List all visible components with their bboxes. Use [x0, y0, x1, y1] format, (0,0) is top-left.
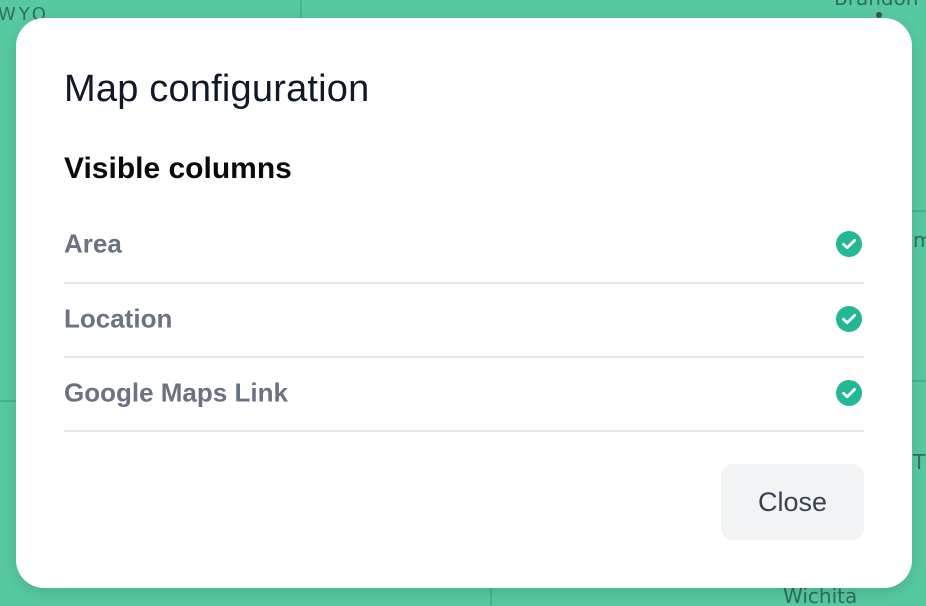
map-road: [912, 380, 926, 382]
column-row-area[interactable]: Area: [64, 208, 864, 284]
column-row-google-maps-link[interactable]: Google Maps Link: [64, 358, 864, 432]
dialog-title: Map configuration: [64, 68, 370, 110]
check-circle-icon[interactable]: [836, 230, 862, 257]
map-road: [0, 400, 16, 402]
map-road: [300, 0, 302, 18]
map-label-city: Brandon: [834, 0, 918, 10]
column-row-location[interactable]: Location: [64, 284, 864, 358]
check-circle-icon[interactable]: [836, 305, 862, 332]
map-road: [912, 210, 926, 212]
map-label-partial: m: [913, 228, 926, 252]
column-label: Area: [64, 228, 122, 259]
visible-columns-list: Area Location Google Maps Link: [64, 208, 864, 432]
close-button[interactable]: Close: [721, 464, 864, 540]
column-label: Location: [64, 303, 173, 334]
check-circle-icon[interactable]: [836, 379, 862, 406]
visible-columns-heading: Visible columns: [64, 152, 292, 185]
map-configuration-dialog: Map configuration Visible columns Area L…: [16, 18, 912, 588]
map-label-partial: T: [913, 450, 926, 474]
map-road: [490, 588, 492, 606]
column-label: Google Maps Link: [64, 377, 288, 408]
